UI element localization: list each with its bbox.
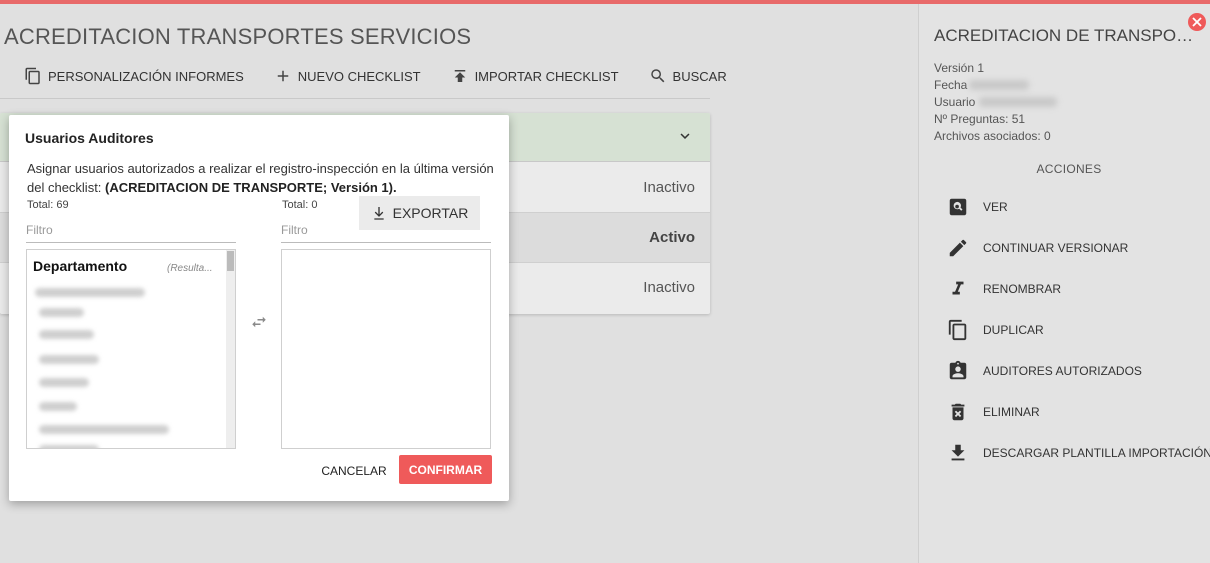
status-text: Inactivo [643,179,695,196]
checklist-detail-panel: ACREDITACION DE TRANSPORTE Versión 1 Fec… [918,4,1210,563]
redacted-value [969,80,1029,90]
list-item[interactable] [39,425,169,434]
cancel-button[interactable]: CANCELAR [319,457,389,485]
page-title: ACREDITACION TRANSPORTES SERVICIOS [4,24,472,49]
personalizacion-informes-button[interactable]: PERSONALIZACIÓN INFORMES [24,67,244,85]
status-text: Activo [649,229,695,246]
action-label: DUPLICAR [983,323,1044,337]
download-icon [951,444,965,461]
confirm-button[interactable]: CONFIRMAR [399,455,492,484]
toolbar-label: PERSONALIZACIÓN INFORMES [48,68,244,84]
copy-icon [25,67,40,85]
archivos-text: Archivos asociados: 0 [934,129,1051,143]
list-item[interactable] [39,445,99,448]
actions-heading: ACCIONES [1036,162,1102,176]
toolbar: PERSONALIZACIÓN INFORMES NUEVO CHECKLIST… [24,64,757,88]
list-item[interactable] [39,355,99,364]
toolbar-label: NUEVO CHECKLIST [297,68,421,84]
export-button[interactable]: EXPORTAR [359,196,480,230]
action-duplicar[interactable]: DUPLICAR [947,318,1044,342]
action-descargar-plantilla[interactable]: DESCARGAR PLANTILLA IMPORTACIÓN [947,441,1210,465]
usuario-label: Usuario [934,95,976,109]
toolbar-label: IMPORTAR CHECKLIST [474,68,619,84]
list-item[interactable] [35,288,145,297]
importar-checklist-button[interactable]: IMPORTAR CHECKLIST [451,67,619,85]
left-total: Total: 69 [27,199,69,211]
action-label: RENOMBRAR [983,282,1062,296]
list-item[interactable] [39,330,94,339]
status-text: Inactivo [643,279,695,296]
right-total: Total: 0 [282,199,318,211]
panel-title: ACREDITACION DE TRANSPORTE [934,26,1202,45]
action-label: DESCARGAR PLANTILLA IMPORTACIÓN [983,446,1210,460]
scrollbar[interactable] [226,250,235,448]
dialog-title: Usuarios Auditores [25,130,154,146]
action-label: CONTINUAR VERSIONAR [983,241,1129,255]
preguntas-text: Nº Preguntas: 51 [934,112,1026,126]
action-auditores-autorizados[interactable]: AUDITORES AUTORIZADOS [947,359,1142,383]
upload-icon [454,70,465,82]
toolbar-divider [0,98,710,99]
available-users-list[interactable]: Departamento (Resulta... [26,249,236,449]
copy-icon [948,319,967,341]
selected-users-list[interactable] [281,249,491,449]
italic-icon [952,281,964,295]
action-ver[interactable]: VER [947,195,1008,219]
left-filter-input[interactable] [26,217,236,243]
trash-icon [951,403,965,421]
action-eliminar[interactable]: ELIMINAR [947,400,1040,424]
toolbar-label: BUSCAR [672,68,727,84]
plus-icon [277,70,288,82]
clipboard-user-icon [949,360,967,380]
buscar-button[interactable]: BUSCAR [649,67,727,85]
usuarios-auditores-dialog: Usuarios Auditores Asignar usuarios auto… [9,115,509,501]
action-label: ELIMINAR [983,405,1040,419]
download-icon [373,207,384,220]
redacted-value [979,97,1057,107]
description-checklist: (ACREDITACION DE TRANSPORTE; Versión 1). [105,180,397,195]
group-header: Departamento [33,258,128,274]
export-label: EXPORTAR [392,205,469,221]
list-item[interactable] [39,402,77,411]
list-item[interactable] [39,378,89,387]
list-item[interactable] [39,308,84,317]
action-label: AUDITORES AUTORIZADOS [983,364,1142,378]
scrollbar-thumb[interactable] [227,251,234,271]
dialog-description: Asignar usuarios autorizados a realizar … [27,159,497,197]
action-renombrar[interactable]: RENOMBRAR [947,277,1061,301]
swap-arrows-icon[interactable] [247,313,271,331]
search-icon [650,69,664,83]
results-hint: (Resulta... [167,263,213,274]
view-icon [949,198,967,216]
action-continuar-versionar[interactable]: CONTINUAR VERSIONAR [947,236,1128,260]
version-text: Versión 1 [934,61,985,75]
action-label: VER [983,200,1008,214]
chevron-down-icon[interactable] [676,127,694,145]
pencil-icon [949,239,967,257]
fecha-label: Fecha [934,78,968,92]
nuevo-checklist-button[interactable]: NUEVO CHECKLIST [274,67,421,85]
